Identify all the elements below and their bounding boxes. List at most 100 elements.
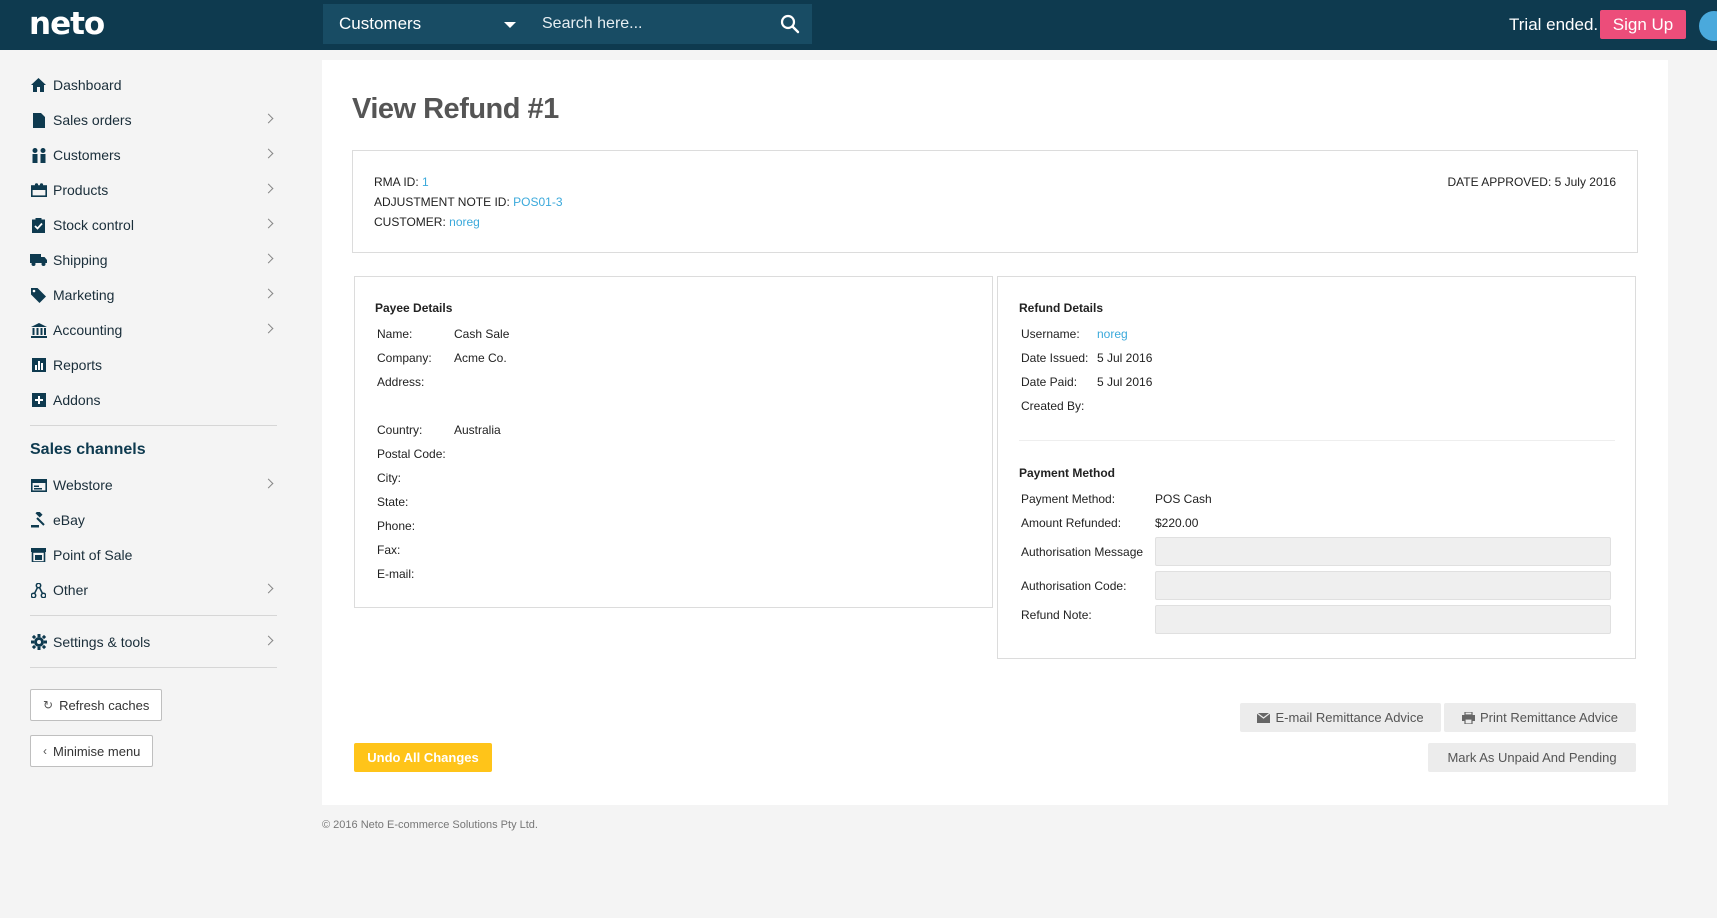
date-approved: DATE APPROVED: 5 July 2016: [1447, 175, 1616, 189]
truck-icon: [30, 252, 47, 269]
bar-chart-icon: [30, 357, 47, 374]
sidebar-item-label: Products: [53, 182, 109, 198]
payee-name-label: Name:: [377, 327, 413, 341]
payee-country-value: Australia: [454, 423, 501, 437]
payee-country-label: Country:: [377, 423, 423, 437]
sidebar-item-label: Point of Sale: [53, 547, 133, 563]
refresh-caches-label: Refresh caches: [59, 697, 150, 713]
authorisation-code-label: Authorisation Code:: [1021, 579, 1127, 593]
sidebar-item-label: Webstore: [53, 477, 113, 493]
sidebar-item-point-of-sale[interactable]: Point of Sale: [30, 540, 278, 570]
network-icon: [30, 582, 47, 599]
sales-channels-heading: Sales channels: [30, 441, 146, 458]
payee-details-panel: Payee Details Name: Cash Sale Company: A…: [354, 276, 993, 608]
rma-id-line: RMA ID: 1: [374, 175, 429, 189]
chevron-right-icon: [263, 288, 274, 299]
mark-unpaid-pending-button[interactable]: Mark As Unpaid And Pending: [1428, 743, 1636, 772]
search-input[interactable]: [542, 4, 772, 44]
trial-status: Trial ended.: [1509, 15, 1599, 34]
search-icon[interactable]: [780, 14, 800, 34]
users-icon: [30, 147, 47, 164]
gear-icon: [30, 634, 47, 651]
sidebar-item-label: Other: [53, 582, 89, 598]
envelope-icon: [1257, 712, 1271, 723]
sidebar-item-marketing[interactable]: Marketing: [30, 280, 278, 310]
sidebar-item-label: eBay: [53, 512, 85, 528]
payee-details-heading: Payee Details: [375, 301, 453, 315]
sidebar: Dashboard Sales orders Customers Product…: [0, 50, 290, 918]
browser-icon: [30, 477, 47, 494]
sidebar-item-other[interactable]: Other: [30, 575, 278, 605]
chevron-right-icon: [263, 583, 274, 594]
payee-name-value: Cash Sale: [454, 327, 510, 341]
authorisation-message-label: Authorisation Message: [1021, 545, 1144, 559]
adjustment-note-link[interactable]: POS01-3: [513, 195, 562, 209]
search-scope-select[interactable]: Customers: [323, 4, 532, 44]
search-bar: [532, 4, 812, 44]
email-remittance-button[interactable]: E-mail Remittance Advice: [1240, 703, 1441, 732]
refund-username-link[interactable]: noreg: [1097, 327, 1128, 341]
sidebar-item-dashboard[interactable]: Dashboard: [30, 70, 278, 100]
sidebar-item-settings-tools[interactable]: Settings & tools: [30, 627, 278, 657]
refund-username-label: Username:: [1021, 327, 1080, 341]
minimise-menu-button[interactable]: ‹ Minimise menu: [30, 735, 154, 767]
date-paid-value: 5 Jul 2016: [1097, 375, 1153, 389]
minimise-menu-label: Minimise menu: [53, 743, 141, 759]
sidebar-divider: [30, 425, 277, 426]
payee-company-label: Company:: [377, 351, 432, 365]
sidebar-item-label: Sales orders: [53, 112, 132, 128]
payee-address-label: Address:: [377, 375, 425, 389]
home-icon: [30, 77, 47, 94]
sidebar-item-stock-control[interactable]: Stock control: [30, 210, 278, 240]
chevron-right-icon: [263, 253, 274, 264]
sidebar-divider: [30, 667, 277, 668]
customer-link[interactable]: noreg: [449, 215, 480, 229]
chevron-right-icon: [263, 218, 274, 229]
user-avatar[interactable]: [1699, 11, 1717, 41]
sidebar-item-label: Dashboard: [53, 77, 122, 93]
chevron-right-icon: [263, 635, 274, 646]
plus-square-icon: [30, 392, 47, 409]
sidebar-item-label: Marketing: [53, 287, 115, 303]
refund-summary-panel: RMA ID: 1 ADJUSTMENT NOTE ID: POS01-3 CU…: [352, 150, 1638, 253]
refresh-icon: ↻: [43, 698, 54, 712]
sidebar-item-accounting[interactable]: Accounting: [30, 315, 278, 345]
payee-phone-label: Phone:: [377, 519, 416, 533]
chevron-right-icon: [263, 323, 274, 334]
sidebar-item-ebay[interactable]: eBay: [30, 505, 278, 535]
rma-id-label: RMA ID:: [374, 175, 419, 189]
sidebar-item-shipping[interactable]: Shipping: [30, 245, 278, 275]
print-remittance-button[interactable]: Print Remittance Advice: [1444, 703, 1636, 732]
chevron-left-icon: ‹: [43, 744, 47, 758]
payee-email-label: E-mail:: [377, 567, 415, 581]
sidebar-item-label: Customers: [53, 147, 121, 163]
sign-up-button[interactable]: Sign Up: [1600, 10, 1686, 39]
main-content: View Refund #1 RMA ID: 1 ADJUSTMENT NOTE…: [322, 60, 1668, 805]
undo-all-changes-button[interactable]: Undo All Changes: [354, 743, 492, 772]
payee-fax-label: Fax:: [377, 543, 401, 557]
document-icon: [30, 112, 47, 129]
sidebar-item-label: Reports: [53, 357, 103, 373]
rma-id-link[interactable]: 1: [422, 175, 429, 189]
sidebar-item-addons[interactable]: Addons: [30, 385, 278, 415]
chevron-right-icon: [263, 478, 274, 489]
adjustment-note-line: ADJUSTMENT NOTE ID: POS01-3: [374, 195, 563, 209]
sidebar-item-sales-orders[interactable]: Sales orders: [30, 105, 278, 135]
sidebar-item-products[interactable]: Products: [30, 175, 278, 205]
neto-logo[interactable]: neto: [29, 6, 105, 42]
sidebar-item-customers[interactable]: Customers: [30, 140, 278, 170]
footer-copyright: © 2016 Neto E-commerce Solutions Pty Ltd…: [322, 819, 538, 831]
amount-refunded-value: $220.00: [1155, 516, 1199, 530]
pos-icon: [30, 547, 47, 564]
sidebar-item-webstore[interactable]: Webstore: [30, 470, 278, 500]
refund-divider: [1019, 440, 1615, 441]
refresh-caches-button[interactable]: ↻ Refresh caches: [30, 689, 163, 721]
page-title: View Refund #1: [352, 93, 559, 125]
sidebar-item-reports[interactable]: Reports: [30, 350, 278, 380]
customer-label: CUSTOMER:: [374, 215, 446, 229]
top-bar: neto Customers Trial ended. Sign Up: [0, 0, 1717, 50]
authorisation-code-field: [1155, 571, 1611, 600]
refund-details-heading: Refund Details: [1019, 301, 1104, 315]
gift-icon: [30, 182, 47, 199]
date-paid-label: Date Paid:: [1021, 375, 1078, 389]
